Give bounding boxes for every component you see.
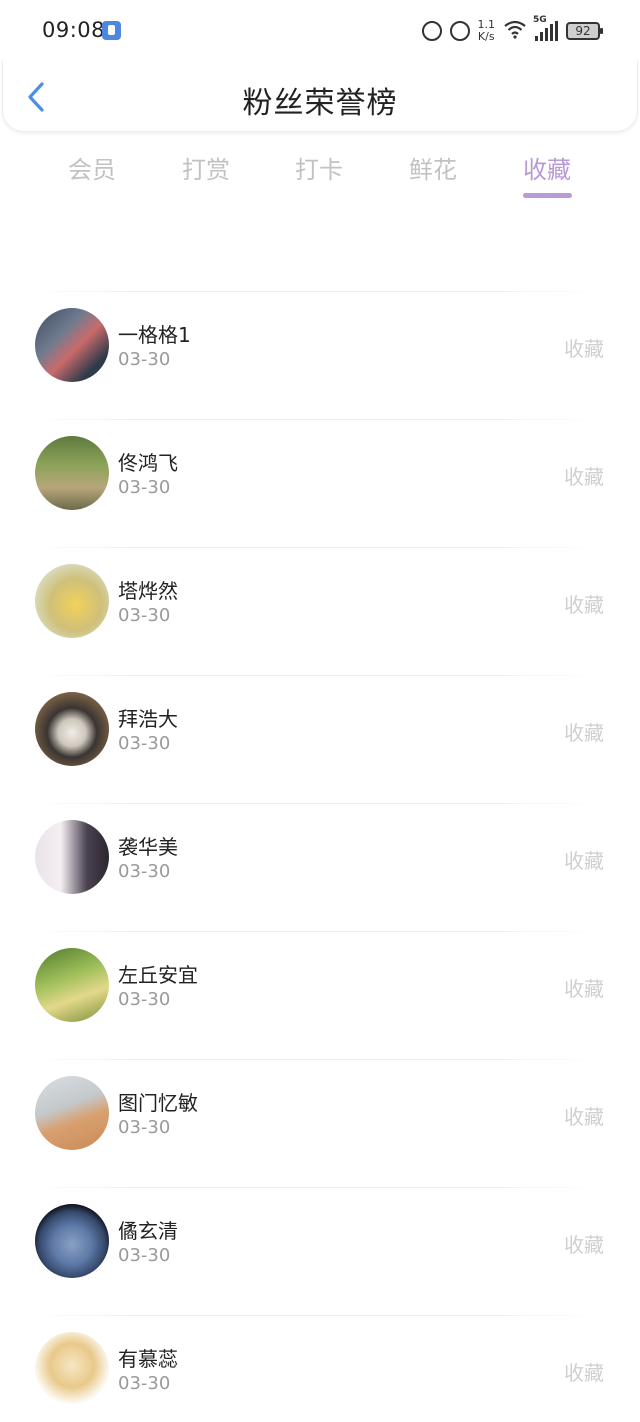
user-name: 图门忆敏 [118,1091,198,1115]
divider [30,931,600,932]
favorite-button[interactable]: 收藏 [564,717,604,746]
avatar [35,948,109,1022]
user-date: 03-30 [118,605,171,626]
user-name: 塔烨然 [118,579,178,603]
tab-active-indicator [523,193,572,198]
tab-members[interactable]: 会员 [52,150,132,185]
divider [30,291,600,292]
list-item[interactable]: 塔烨然 03-30 收藏 [0,547,640,675]
tab-tips[interactable]: 打赏 [166,150,246,185]
header-bar: 粉丝荣誉榜 [2,60,638,132]
divider [30,675,600,676]
avatar [35,308,109,382]
user-date: 03-30 [118,861,171,882]
divider [30,1187,600,1188]
page-title: 粉丝荣誉榜 [242,86,398,121]
favorite-button[interactable]: 收藏 [564,589,604,618]
battery-icon: 92 [566,22,603,40]
favorite-button[interactable]: 收藏 [564,845,604,874]
status-icons: 1.1 K/s 5G 92 [421,15,603,46]
list-item[interactable]: 佟鸿飞 03-30 收藏 [0,419,640,547]
user-name: 袭华美 [118,835,178,859]
divider [30,1059,600,1060]
divider [30,1315,600,1316]
avatar [35,820,109,894]
avatar [35,1076,109,1150]
tab-checkin[interactable]: 打卡 [279,150,359,185]
avatar [35,436,109,510]
user-name: 有慕蕊 [118,1347,178,1371]
user-name: 一格格1 [118,323,191,347]
status-time: 09:08 [42,18,106,42]
list-item[interactable]: 有慕蕊 03-30 收藏 [0,1315,640,1422]
user-date: 03-30 [118,989,171,1010]
list-item[interactable]: 僪玄清 03-30 收藏 [0,1187,640,1315]
app-notification-icon [102,21,121,40]
user-name: 拜浩大 [118,707,178,731]
tab-flowers[interactable]: 鲜花 [393,150,473,185]
avatar [35,1332,109,1406]
signal-icon: 5G [533,15,558,41]
battery-level: 92 [575,24,591,38]
user-date: 03-30 [118,1373,171,1394]
alarm-icon [449,21,470,41]
net-speed: 1.1 K/s [478,19,496,43]
user-date: 03-30 [118,477,171,498]
data-saver-icon [421,21,442,41]
user-date: 03-30 [118,733,171,754]
list-item[interactable]: 03-31 收藏 [0,220,640,256]
tab-favorites[interactable]: 收藏 [507,150,587,185]
divider [30,547,600,548]
favorite-button[interactable]: 收藏 [564,1357,604,1386]
list-item[interactable]: 袭华美 03-30 收藏 [0,803,640,931]
favorite-button[interactable]: 收藏 [564,1101,604,1130]
user-name: 佟鸿飞 [118,451,178,475]
fan-list: 03-31 收藏 一格格1 03-30 收藏 佟鸿飞 03-30 收藏 塔烨然 … [0,220,640,1422]
avatar [35,692,109,766]
divider [30,419,600,420]
list-item[interactable]: 拜浩大 03-30 收藏 [0,675,640,803]
avatar [35,564,109,638]
user-date: 03-30 [118,349,171,370]
divider [30,803,600,804]
user-date: 03-30 [118,1245,171,1266]
favorite-button[interactable]: 收藏 [564,1229,604,1258]
favorite-button[interactable]: 收藏 [564,333,604,362]
net-speed-unit: K/s [477,30,495,43]
network-type: 5G [533,15,547,25]
status-bar: 09:08 1.1 K/s 5G 92 [0,0,640,60]
list-item[interactable]: 一格格1 03-30 收藏 [0,291,640,419]
user-date: 03-30 [118,1117,171,1138]
favorite-button[interactable]: 收藏 [564,461,604,490]
user-name: 僪玄清 [118,1219,178,1243]
list-item[interactable]: 左丘安宜 03-30 收藏 [0,931,640,1059]
avatar [35,1204,109,1278]
list-item[interactable]: 图门忆敏 03-30 收藏 [0,1059,640,1187]
favorite-button[interactable]: 收藏 [564,973,604,1002]
wifi-icon [503,19,527,43]
user-name: 左丘安宜 [118,963,198,987]
